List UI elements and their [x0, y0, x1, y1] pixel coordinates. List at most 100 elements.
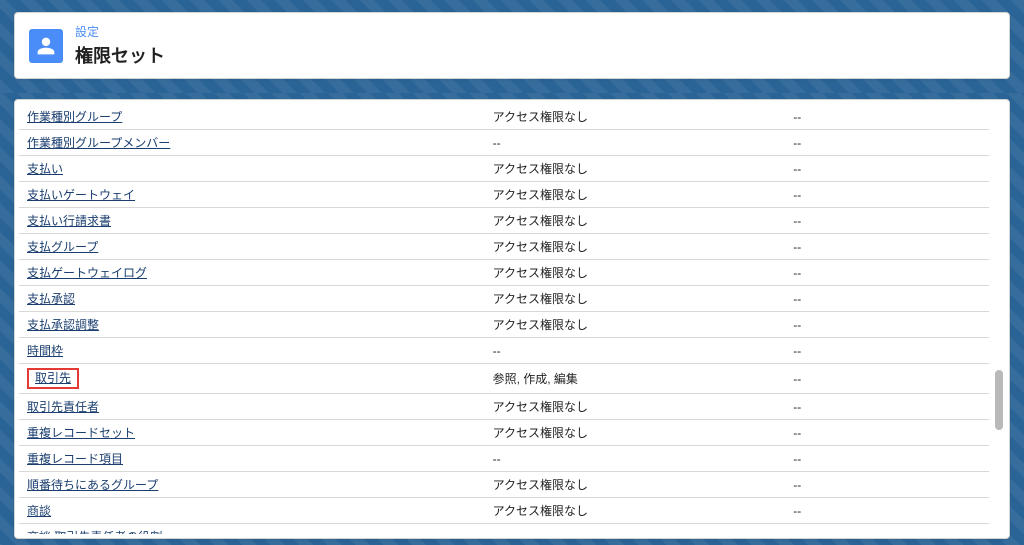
extra-cell: -- [785, 130, 989, 156]
table-row: 作業種別グループアクセス権限なし-- [19, 104, 989, 130]
spacer-cell [688, 104, 785, 130]
object-link[interactable]: 時間枠 [27, 344, 63, 358]
spacer-cell [688, 446, 785, 472]
table-row: 作業種別グループメンバー -- -- [19, 130, 989, 156]
table-row: 時間枠 -- -- [19, 338, 989, 364]
table-row: 順番待ちにあるグループアクセス権限なし-- [19, 472, 989, 498]
extra-cell: -- [785, 260, 989, 286]
table-row: 支払承認 アクセス権限なし -- [19, 286, 989, 312]
spacer-cell [688, 338, 785, 364]
table-row: 取引先責任者 アクセス権限なし -- [19, 394, 989, 420]
access-cell: アクセス権限なし [485, 498, 689, 524]
extra-cell: -- [785, 182, 989, 208]
page-header: 設定 権限セット [14, 12, 1010, 79]
spacer-cell [688, 156, 785, 182]
object-name-cell: 支払い行請求書 [19, 208, 485, 234]
permissions-scroll[interactable]: 作業種別グループアクセス権限なし--作業種別グループメンバー----支払いアクセ… [19, 104, 989, 534]
object-name-cell: 商談 取引先責任者の役割 [19, 524, 485, 534]
extra-cell: -- [785, 286, 989, 312]
spacer-cell [688, 286, 785, 312]
extra-cell: -- [785, 394, 989, 420]
access-cell: -- [485, 130, 689, 156]
object-link[interactable]: 支払グループ [27, 240, 98, 254]
extra-cell: -- [785, 234, 989, 260]
object-name-cell: 作業種別グループ [19, 104, 485, 130]
access-cell: アクセス権限なし [485, 182, 689, 208]
object-link[interactable]: 商談 取引先責任者の役割 [27, 530, 162, 534]
object-name-cell: 重複レコードセット [19, 420, 485, 446]
access-cell: アクセス権限なし [485, 420, 689, 446]
object-link[interactable]: 取引先責任者 [27, 400, 99, 414]
access-cell: -- [485, 524, 689, 534]
access-cell: 参照, 作成, 編集 [485, 364, 689, 394]
spacer-cell [688, 420, 785, 446]
spacer-cell [688, 208, 785, 234]
object-link[interactable]: 作業種別グループ [27, 110, 122, 124]
access-cell: -- [485, 446, 689, 472]
spacer-cell [688, 130, 785, 156]
extra-cell: -- [785, 338, 989, 364]
breadcrumb: 設定 [75, 23, 165, 40]
access-cell: アクセス権限なし [485, 286, 689, 312]
object-name-cell: 順番待ちにあるグループ [19, 472, 485, 498]
extra-cell: -- [785, 524, 989, 534]
table-row: 重複レコードセット アクセス権限なし -- [19, 420, 989, 446]
object-link[interactable]: 支払承認調整 [27, 318, 99, 332]
table-row: 重複レコード項目 -- -- [19, 446, 989, 472]
access-cell: -- [485, 338, 689, 364]
object-link[interactable]: 作業種別グループメンバー [27, 136, 170, 150]
access-cell: アクセス権限なし [485, 234, 689, 260]
object-name-cell: 支払グループ [19, 234, 485, 260]
spacer-cell [688, 182, 785, 208]
object-link[interactable]: 支払承認 [27, 292, 75, 306]
access-cell: アクセス権限なし [485, 208, 689, 234]
scrollbar[interactable] [995, 110, 1003, 528]
object-link[interactable]: 重複レコードセット [27, 426, 135, 440]
page-title: 権限セット [75, 42, 165, 68]
object-link[interactable]: 支払ゲートウェイログ [27, 266, 147, 280]
object-link[interactable]: 重複レコード項目 [27, 452, 123, 466]
user-icon [29, 29, 63, 63]
object-link[interactable]: 支払い [27, 162, 63, 176]
object-link[interactable]: 取引先 [35, 371, 71, 385]
spacer-cell [688, 472, 785, 498]
access-cell: アクセス権限なし [485, 156, 689, 182]
spacer-cell [688, 364, 785, 394]
extra-cell: -- [785, 312, 989, 338]
spacer-cell [688, 394, 785, 420]
object-name-cell: 商談 [19, 498, 485, 524]
table-row: 支払い行請求書 アクセス権限なし -- [19, 208, 989, 234]
extra-cell: -- [785, 498, 989, 524]
table-row: 支払グループ アクセス権限なし -- [19, 234, 989, 260]
spacer-cell [688, 260, 785, 286]
spacer-cell [688, 234, 785, 260]
access-cell: アクセス権限なし [485, 394, 689, 420]
object-name-cell: 支払いゲートウェイ [19, 182, 485, 208]
extra-cell: -- [785, 364, 989, 394]
table-row: 支払承認調整 アクセス権限なし -- [19, 312, 989, 338]
table-row: 支払いゲートウェイ アクセス権限なし -- [19, 182, 989, 208]
access-cell: アクセス権限なし [485, 260, 689, 286]
object-link[interactable]: 順番待ちにあるグループ [27, 478, 158, 492]
extra-cell: -- [785, 446, 989, 472]
object-name-cell: 支払い [19, 156, 485, 182]
object-name-cell: 支払承認 [19, 286, 485, 312]
highlight-box: 取引先 [27, 368, 79, 389]
table-row: 商談 アクセス権限なし -- [19, 498, 989, 524]
permissions-panel: 作業種別グループアクセス権限なし--作業種別グループメンバー----支払いアクセ… [14, 99, 1010, 539]
spacer-cell [688, 524, 785, 534]
object-link[interactable]: 支払いゲートウェイ [27, 188, 135, 202]
object-name-cell: 重複レコード項目 [19, 446, 485, 472]
object-name-cell: 作業種別グループメンバー [19, 130, 485, 156]
scrollbar-thumb[interactable] [995, 370, 1003, 430]
extra-cell: -- [785, 208, 989, 234]
object-link[interactable]: 商談 [27, 504, 51, 518]
table-row: 支払いアクセス権限なし-- [19, 156, 989, 182]
spacer-cell [688, 498, 785, 524]
access-cell: アクセス権限なし [485, 312, 689, 338]
access-cell: アクセス権限なし [485, 472, 689, 498]
object-link[interactable]: 支払い行請求書 [27, 214, 111, 228]
spacer-cell [688, 312, 785, 338]
object-name-cell: 取引先責任者 [19, 394, 485, 420]
extra-cell: -- [785, 420, 989, 446]
